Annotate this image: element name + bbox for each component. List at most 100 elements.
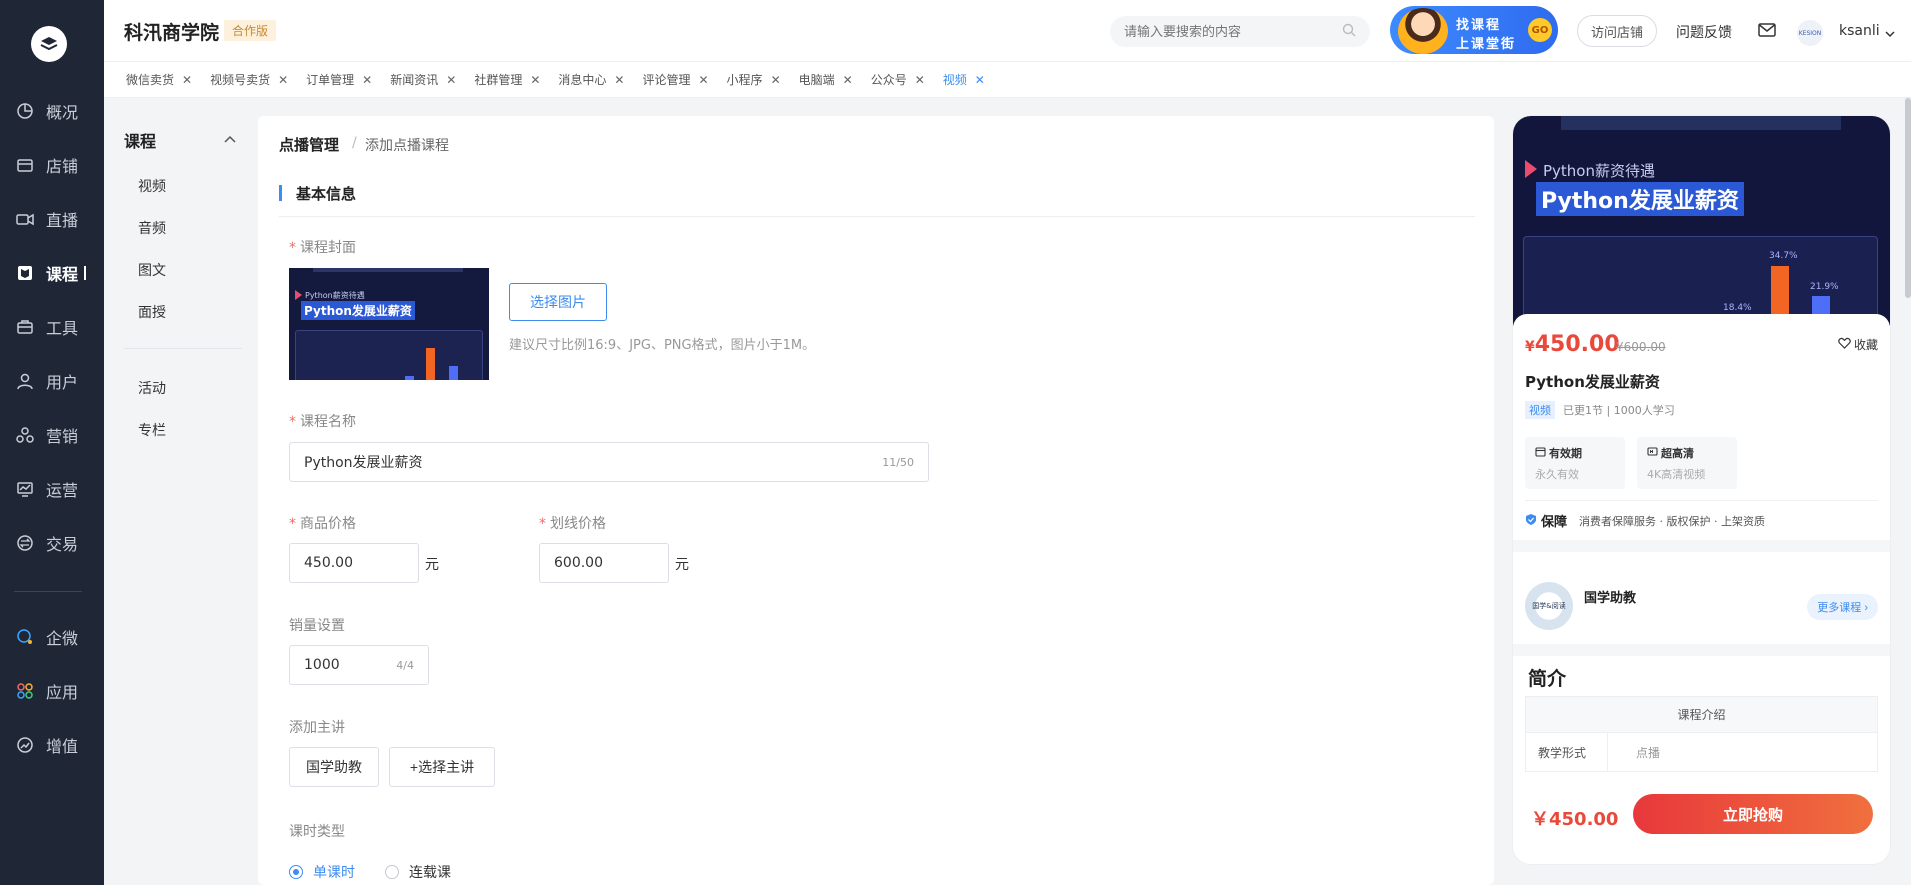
tab-label: 电脑端	[798, 73, 835, 87]
close-icon[interactable]: ✕	[975, 73, 985, 87]
promo-line1: 找课程	[1456, 18, 1502, 33]
tab-label: 公众号	[870, 73, 907, 87]
tutor-name: 国学助教	[1584, 591, 1637, 606]
promo-banner[interactable]: 找课程 上课堂街 GO	[1390, 6, 1558, 54]
radio-dot	[289, 865, 303, 879]
nav-operations[interactable]: 运营	[0, 469, 104, 509]
close-icon[interactable]: ✕	[843, 73, 853, 87]
submenu-item-activity[interactable]: 活动	[138, 378, 166, 398]
teacher-chip[interactable]: 国学助教	[289, 747, 379, 787]
price-label: * 商品价格	[289, 516, 356, 532]
nav-store[interactable]: 店铺	[0, 145, 104, 185]
close-icon[interactable]: ✕	[446, 73, 456, 87]
chevron-down-icon[interactable]	[1885, 26, 1895, 42]
breadcrumb-main[interactable]: 点播管理	[279, 134, 339, 155]
nav-overview[interactable]: 概况	[0, 91, 104, 131]
main-nav-rail: 概况 店铺 直播 课程 工具 用户 营销 运营 交易 企微 应用 增值	[0, 0, 104, 885]
price-input[interactable]: 450.00	[289, 543, 419, 583]
video-camera-icon	[14, 208, 36, 230]
tab-official-account[interactable]: 公众号 ✕	[871, 71, 925, 88]
tab-orders[interactable]: 订单管理 ✕	[306, 71, 372, 88]
section-accent-bar	[279, 185, 282, 201]
username[interactable]: ksanli	[1839, 23, 1880, 39]
nav-label: 店铺	[46, 157, 79, 176]
course-name-input[interactable]: Python发展业薪资 11/50	[289, 442, 929, 482]
nav-label: 直播	[46, 211, 79, 230]
cover-title: Python发展业薪资	[301, 301, 415, 320]
play-triangle-icon	[1525, 160, 1537, 178]
tab-community[interactable]: 社群管理 ✕	[474, 71, 540, 88]
avatar[interactable]: KESION	[1797, 20, 1823, 46]
promo-line2: 上课堂街	[1456, 37, 1517, 52]
nav-marketing[interactable]: 营销	[0, 415, 104, 455]
tab-comments[interactable]: 评论管理 ✕	[642, 71, 708, 88]
apps-grid-icon	[14, 680, 36, 702]
close-icon[interactable]: ✕	[278, 73, 288, 87]
submenu-item-column[interactable]: 专栏	[138, 420, 166, 440]
submenu-item-video[interactable]: 视频	[138, 176, 166, 196]
price-symbol: ¥	[1525, 339, 1535, 355]
tab-channels-sell[interactable]: 视频号卖货 ✕	[210, 71, 288, 88]
submenu-item-offline[interactable]: 面授	[138, 302, 166, 322]
guarantee-row[interactable]: 保障 消费者保障服务 · 版权保护 · 上架资质	[1525, 511, 1765, 530]
feedback-link[interactable]: 问题反馈	[1676, 22, 1732, 42]
tutor-avatar[interactable]: 国学&阅读	[1525, 582, 1573, 630]
nav-label: 运营	[46, 481, 79, 500]
original-price-label-text: 划线价格	[550, 516, 606, 532]
tab-messages[interactable]: 消息中心 ✕	[558, 71, 624, 88]
add-teacher-button[interactable]: +选择主讲	[389, 747, 495, 787]
original-price-input[interactable]: 600.00	[539, 543, 669, 583]
nav-trade[interactable]: 交易	[0, 523, 104, 563]
submenu-title[interactable]: 课程	[124, 128, 156, 152]
toolbox-icon	[14, 316, 36, 338]
buy-now-button[interactable]: 立即抢购	[1633, 794, 1873, 834]
app-logo-icon[interactable]	[31, 26, 67, 62]
tab-wechat-sell[interactable]: 微信卖货 ✕	[126, 71, 192, 88]
submenu-item-article[interactable]: 图文	[138, 260, 166, 280]
nav-course[interactable]: 课程	[0, 253, 104, 293]
submenu-item-audio[interactable]: 音频	[138, 218, 166, 238]
mail-icon[interactable]	[1758, 22, 1776, 42]
play-triangle-icon	[295, 290, 302, 300]
tab-video[interactable]: 视频 ✕	[943, 71, 985, 88]
nav-apps[interactable]: 应用	[0, 671, 104, 711]
visit-store-button[interactable]: 访问店铺	[1577, 15, 1657, 47]
search-input[interactable]	[1124, 24, 1334, 39]
edition-badge: 合作版	[224, 20, 277, 41]
nav-users[interactable]: 用户	[0, 361, 104, 401]
close-icon[interactable]: ✕	[182, 73, 192, 87]
nav-tools[interactable]: 工具	[0, 307, 104, 347]
tab-pc[interactable]: 电脑端 ✕	[799, 71, 853, 88]
close-icon[interactable]: ✕	[362, 73, 372, 87]
radio-dot	[385, 865, 399, 879]
nav-value-added[interactable]: 增值	[0, 725, 104, 765]
nav-live[interactable]: 直播	[0, 199, 104, 239]
tab-miniapp[interactable]: 小程序 ✕	[727, 71, 781, 88]
radio-single-lesson[interactable]: 单课时	[289, 862, 355, 882]
close-icon[interactable]: ✕	[915, 73, 925, 87]
nav-wecom[interactable]: 企微	[0, 617, 104, 657]
chevron-up-icon[interactable]	[224, 131, 236, 147]
search-icon[interactable]	[1342, 23, 1356, 41]
exchange-icon	[14, 532, 36, 554]
price-unit: 元	[425, 557, 439, 573]
top-header: 科汛商学院 合作版 找课程 上课堂街 GO 访问店铺 问题反馈 KESION k…	[104, 0, 1911, 62]
radio-series-lesson[interactable]: 连载课	[385, 862, 451, 882]
preview-hero-subtitle: Python薪资待遇	[1543, 162, 1655, 180]
favorite-button[interactable]: 收藏	[1838, 336, 1878, 353]
more-courses-button[interactable]: 更多课程 ›	[1807, 594, 1878, 620]
page-scrollbar[interactable]	[1905, 98, 1911, 298]
sales-input[interactable]: 1000 4/4	[289, 645, 429, 685]
select-image-button[interactable]: 选择图片	[509, 283, 607, 321]
close-icon[interactable]: ✕	[530, 73, 540, 87]
price-label-text: 商品价格	[300, 516, 356, 532]
book-icon	[14, 262, 36, 284]
brand-title: 科汛商学院	[124, 22, 220, 44]
close-icon[interactable]: ✕	[614, 73, 624, 87]
tab-news[interactable]: 新闻资讯 ✕	[390, 71, 456, 88]
global-search[interactable]	[1110, 16, 1370, 47]
user-icon	[14, 370, 36, 392]
tab-label: 消息中心	[558, 73, 607, 87]
close-icon[interactable]: ✕	[698, 73, 708, 87]
close-icon[interactable]: ✕	[771, 73, 781, 87]
